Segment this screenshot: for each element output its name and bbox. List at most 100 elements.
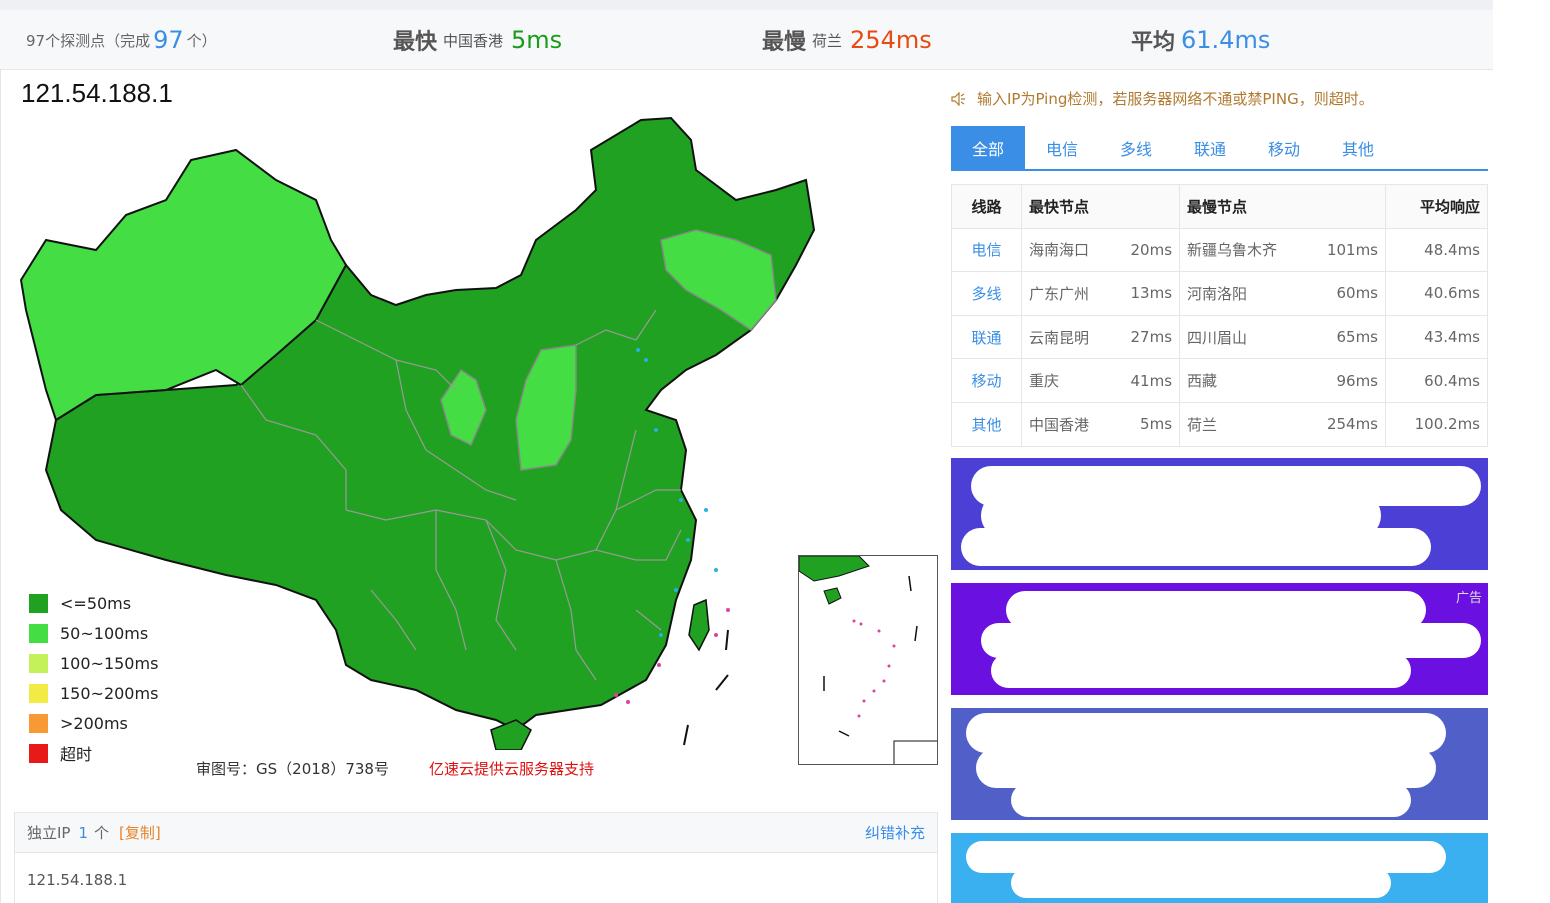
- line-tabs: 全部 电信 多线 联通 移动 其他: [951, 126, 1488, 171]
- row-fast-ms: 5ms: [1111, 401, 1181, 447]
- header-fastest: 最快节点: [1020, 184, 1181, 229]
- table-row: 联通 云南昆明 27ms 四川眉山 65ms 43.4ms: [951, 314, 1488, 360]
- tab-unicom[interactable]: 联通: [1173, 126, 1247, 169]
- slowest-stat: 最慢 荷兰 254ms: [762, 10, 932, 70]
- slowest-label: 最慢: [762, 30, 807, 55]
- row-slow-node: 新疆乌鲁木齐: [1179, 227, 1307, 273]
- row-line[interactable]: 移动: [951, 358, 1022, 403]
- row-slow-node: 河南洛阳: [1179, 271, 1307, 316]
- row-line[interactable]: 多线: [951, 271, 1022, 316]
- legend-swatch: [29, 683, 48, 703]
- notice-text: 输入IP为Ping检测，若服务器网络不通或禁PING，则超时。: [977, 90, 1374, 108]
- unique-ip-item: 121.54.188.1: [27, 871, 128, 889]
- unique-ip-count: 1: [78, 823, 89, 842]
- fastest-location: 中国香港: [443, 31, 504, 50]
- row-line[interactable]: 联通: [951, 314, 1022, 360]
- tab-mobile[interactable]: 移动: [1247, 126, 1321, 169]
- unique-ip-label: 独立IP: [27, 824, 71, 842]
- ad-banner[interactable]: 广告: [951, 583, 1488, 695]
- legend-label: 100~150ms: [60, 653, 159, 673]
- legend-item: 100~150ms: [29, 648, 158, 678]
- row-fast-ms: 13ms: [1111, 271, 1181, 316]
- probe-count: 97个探测点（完成 97 个）: [26, 10, 217, 70]
- legend-item: 50~100ms: [29, 618, 158, 648]
- tab-other[interactable]: 其他: [1321, 126, 1395, 169]
- row-line[interactable]: 其他: [951, 401, 1022, 447]
- row-fast-node: 海南海口: [1020, 227, 1112, 273]
- unique-ip-header: 独立IP 1 个 [复制] 纠错补充: [15, 813, 937, 853]
- legend-swatch: [29, 743, 48, 763]
- row-slow-ms: 96ms: [1306, 358, 1387, 403]
- tab-all[interactable]: 全部: [951, 126, 1025, 169]
- legend-label: 50~100ms: [60, 623, 149, 643]
- unique-ip-unit: 个: [94, 824, 110, 842]
- ad-tag: 广告: [1455, 591, 1482, 606]
- ad-banner[interactable]: [951, 708, 1488, 820]
- tab-multiline[interactable]: 多线: [1099, 126, 1173, 169]
- fastest-label: 最快: [393, 30, 438, 55]
- row-line[interactable]: 电信: [951, 227, 1022, 273]
- probe-count-suffix: 个）: [186, 31, 217, 50]
- probe-count-value: 97: [153, 26, 184, 54]
- row-slow-ms: 101ms: [1306, 227, 1387, 273]
- table-row: 多线 广东广州 13ms 河南洛阳 60ms 40.6ms: [951, 271, 1488, 316]
- probe-count-prefix: 97个探测点（完成: [26, 31, 151, 50]
- map-approval-number: 审图号：GS（2018）738号: [196, 760, 389, 778]
- top-strip: [0, 0, 1493, 10]
- south-china-sea-inset: [798, 555, 938, 765]
- speaker-icon: [951, 91, 965, 106]
- row-slow-node: 西藏: [1179, 358, 1307, 403]
- legend-label: >200ms: [60, 713, 128, 733]
- row-average: 60.4ms: [1385, 358, 1488, 403]
- header-line: 线路: [951, 184, 1022, 229]
- legend-item: <=50ms: [29, 588, 158, 618]
- legend-swatch: [29, 593, 48, 613]
- row-slow-ms: 60ms: [1306, 271, 1387, 316]
- average-label: 平均: [1131, 30, 1176, 55]
- table-row: 移动 重庆 41ms 西藏 96ms 60.4ms: [951, 358, 1488, 403]
- stats-bar: 97个探测点（完成 97 个） 最快 中国香港 5ms 最慢 荷兰 254ms …: [0, 10, 1493, 70]
- ad-banner[interactable]: [951, 833, 1488, 903]
- legend-swatch: [29, 623, 48, 643]
- unique-ip-list: 121.54.188.1: [15, 853, 937, 903]
- legend-swatch: [29, 713, 48, 733]
- legend-label: 超时: [60, 745, 93, 764]
- row-fast-ms: 20ms: [1111, 227, 1181, 273]
- legend-swatch: [29, 653, 48, 673]
- row-average: 48.4ms: [1385, 227, 1488, 273]
- average-value: 61.4ms: [1181, 26, 1271, 54]
- row-average: 40.6ms: [1385, 271, 1488, 316]
- row-fast-node: 广东广州: [1020, 271, 1112, 316]
- route-summary-table: 线路 最快节点 最慢节点 平均响应 电信 海南海口 20ms 新疆乌鲁木齐 10…: [951, 184, 1488, 447]
- ad-banner[interactable]: [951, 458, 1488, 570]
- slowest-value: 254ms: [850, 26, 932, 54]
- legend-item: 超时: [29, 738, 158, 768]
- header-slowest: 最慢节点: [1179, 184, 1386, 229]
- report-correction-link[interactable]: 纠错补充: [865, 822, 925, 843]
- map-region-hainan[interactable]: [490, 719, 532, 750]
- row-fast-ms: 41ms: [1111, 358, 1181, 403]
- sponsor-link[interactable]: 亿速云提供云服务器支持: [429, 758, 594, 779]
- row-slow-node: 四川眉山: [1179, 314, 1307, 360]
- header-average: 平均响应: [1385, 184, 1488, 229]
- copy-button[interactable]: [复制]: [119, 822, 161, 843]
- latency-legend: <=50ms 50~100ms 100~150ms 150~200ms >200…: [29, 588, 158, 768]
- notice: 输入IP为Ping检测，若服务器网络不通或禁PING，则超时。: [951, 88, 1374, 109]
- map-region-taiwan[interactable]: [688, 598, 710, 652]
- legend-label: 150~200ms: [60, 683, 159, 703]
- fastest-value: 5ms: [511, 26, 563, 54]
- table-row: 其他 中国香港 5ms 荷兰 254ms 100.2ms: [951, 401, 1488, 447]
- row-slow-ms: 254ms: [1306, 401, 1387, 447]
- map-panel: 121.54.188.1 <=50ms 50~100ms 100~150ms 1…: [0, 70, 945, 903]
- row-average: 100.2ms: [1385, 401, 1488, 447]
- table-header-row: 线路 最快节点 最慢节点 平均响应: [951, 184, 1488, 229]
- row-fast-node: 中国香港: [1020, 401, 1112, 447]
- row-slow-node: 荷兰: [1179, 401, 1307, 447]
- row-slow-ms: 65ms: [1306, 314, 1387, 360]
- slowest-location: 荷兰: [812, 31, 843, 50]
- unique-ip-box: 独立IP 1 个 [复制] 纠错补充 121.54.188.1: [14, 812, 938, 903]
- legend-label: <=50ms: [60, 593, 132, 613]
- tab-telecom[interactable]: 电信: [1025, 126, 1099, 169]
- row-fast-node: 云南昆明: [1020, 314, 1112, 360]
- average-stat: 平均 61.4ms: [1131, 10, 1270, 70]
